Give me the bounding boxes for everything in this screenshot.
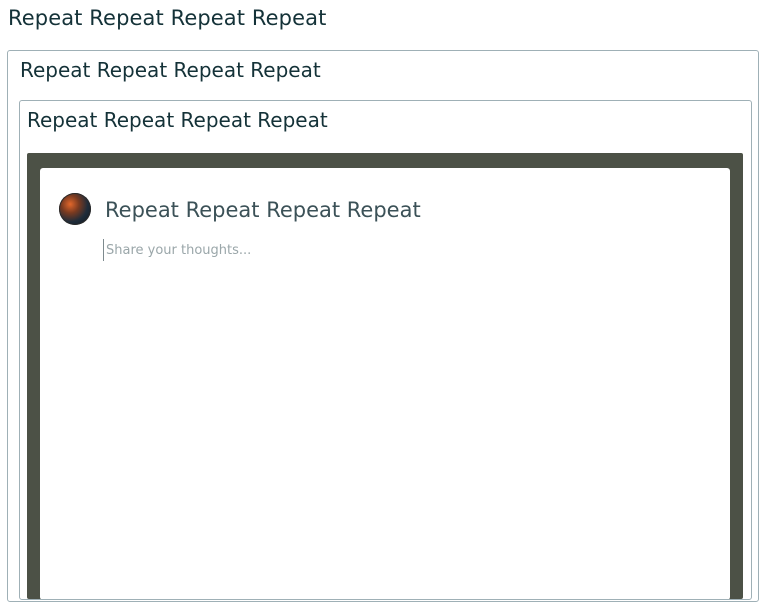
composer-frame: Repeat Repeat Repeat Repeat [27,153,743,599]
post-composer: Repeat Repeat Repeat Repeat [40,168,730,599]
inner-panel: Repeat Repeat Repeat Repeat Repeat Repea… [19,100,752,600]
page-title: Repeat Repeat Repeat Repeat [8,6,327,30]
inner-panel-title: Repeat Repeat Repeat Repeat [27,108,328,132]
outer-panel: Repeat Repeat Repeat Repeat Repeat Repea… [7,50,759,602]
composer-author-name: Repeat Repeat Repeat Repeat [105,198,421,222]
page: Repeat Repeat Repeat Repeat Repeat Repea… [0,0,767,606]
share-thoughts-input[interactable] [103,239,666,261]
outer-panel-title: Repeat Repeat Repeat Repeat [20,58,321,82]
user-avatar-icon[interactable] [59,193,91,225]
